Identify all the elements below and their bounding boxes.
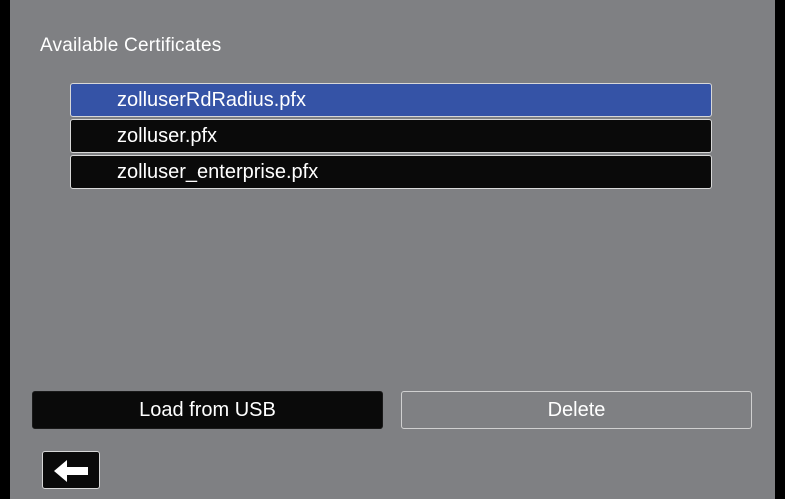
back-button[interactable]: [42, 451, 100, 489]
certificate-item[interactable]: zolluser_enterprise.pfx: [70, 155, 712, 189]
load-from-usb-button[interactable]: Load from USB: [32, 391, 383, 429]
certificate-item[interactable]: zolluserRdRadius.pfx: [70, 83, 712, 117]
certificate-item[interactable]: zolluser.pfx: [70, 119, 712, 153]
page-title: Available Certificates: [40, 35, 222, 56]
certificate-list: zolluserRdRadius.pfx zolluser.pfx zollus…: [70, 83, 712, 191]
delete-button[interactable]: Delete: [401, 391, 752, 429]
arrow-left-icon: [54, 460, 88, 482]
certificate-screen: Available Certificates zolluserRdRadius.…: [10, 0, 775, 499]
